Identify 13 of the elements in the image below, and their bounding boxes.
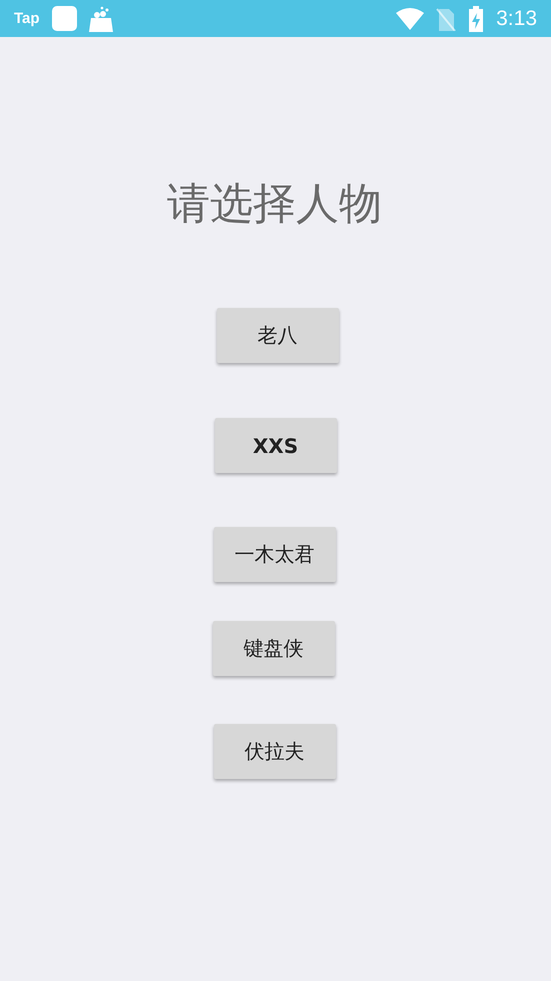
basket-icon: [88, 6, 113, 32]
app-icon: [52, 6, 77, 31]
character-button[interactable]: 键盘侠: [212, 621, 334, 676]
character-button[interactable]: 伏拉夫: [214, 724, 336, 779]
clock: 3:13: [496, 6, 537, 30]
character-button[interactable]: XXS: [214, 418, 336, 473]
battery-icon: [468, 6, 484, 32]
app-logo: Tap: [14, 10, 40, 27]
no-sim-icon: [436, 6, 456, 30]
wifi-icon: [396, 8, 424, 30]
character-button[interactable]: 老八: [216, 308, 338, 363]
page-title: 请选择人物: [166, 178, 383, 231]
character-button[interactable]: 一木太君: [214, 527, 336, 582]
